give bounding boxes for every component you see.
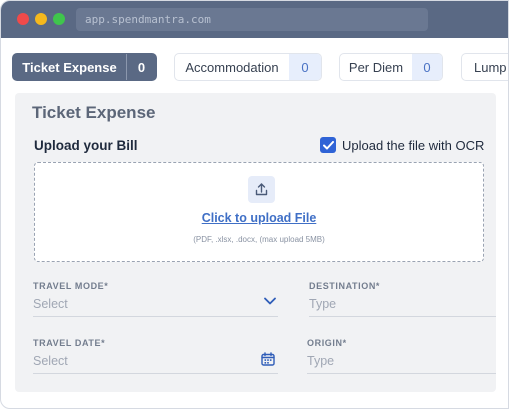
ocr-checkbox[interactable] [320,137,336,153]
origin-label: ORIGIN* [307,338,347,348]
browser-window: app.spendmantra.com Ticket Expense 0 Acc… [0,0,509,409]
tab-label: Lump S [474,59,508,75]
title-bar: app.spendmantra.com [1,1,508,38]
destination-input[interactable]: Type [309,297,336,311]
tab-ticket-expense[interactable]: Ticket Expense 0 [12,53,157,81]
chevron-down-icon[interactable] [264,297,276,305]
upload-heading: Upload your Bill [34,138,138,153]
travel-mode-label: TRAVEL MODE* [33,281,109,291]
ticket-expense-panel: Ticket Expense Upload your Bill Upload t… [15,93,496,392]
field-underline [33,373,278,374]
origin-field[interactable]: ORIGIN* Type [307,338,496,374]
tab-count-badge: 0 [412,54,442,80]
upload-file-link[interactable]: Click to upload File [35,211,483,225]
file-dropzone[interactable]: Click to upload File (PDF, .xlsx, .docx,… [34,162,484,262]
maximize-window-button[interactable] [53,13,65,25]
expense-tabs: Ticket Expense 0 Accommodation 0 Per Die… [1,53,508,81]
travel-date-field[interactable]: TRAVEL DATE* Select [33,338,278,374]
checkmark-icon [322,140,334,149]
ocr-label: Upload the file with OCR [342,137,485,153]
travel-mode-field[interactable]: TRAVEL MODE* Select [33,281,278,317]
field-underline [309,316,496,317]
address-bar[interactable]: app.spendmantra.com [76,8,428,31]
tab-per-diem[interactable]: Per Diem 0 [339,53,443,81]
ocr-option[interactable]: Upload the file with OCR [320,136,484,154]
calendar-icon[interactable] [261,352,275,366]
destination-label: DESTINATION* [309,281,381,291]
panel-title: Ticket Expense [32,103,156,122]
upload-hint: (PDF, .xlsx, .docx, (max upload 5MB) [193,235,325,244]
tab-count-badge: 0 [289,54,321,80]
close-window-button[interactable] [17,13,29,25]
field-underline [307,373,496,374]
upload-icon [248,176,275,203]
tab-label: Per Diem [348,59,404,75]
tab-count-badge: 0 [126,54,156,80]
tab-accommodation[interactable]: Accommodation 0 [174,53,322,81]
field-underline [33,316,278,317]
travel-date-select[interactable]: Select [33,354,68,368]
tab-lump-sum[interactable]: Lump S [461,53,508,81]
destination-field[interactable]: DESTINATION* Type [309,281,496,317]
travel-date-label: TRAVEL DATE* [33,338,106,348]
tab-label: Ticket Expense [22,59,117,75]
origin-input[interactable]: Type [307,354,334,368]
minimize-window-button[interactable] [35,13,47,25]
tab-label: Accommodation [185,59,279,75]
travel-mode-select[interactable]: Select [33,297,68,311]
